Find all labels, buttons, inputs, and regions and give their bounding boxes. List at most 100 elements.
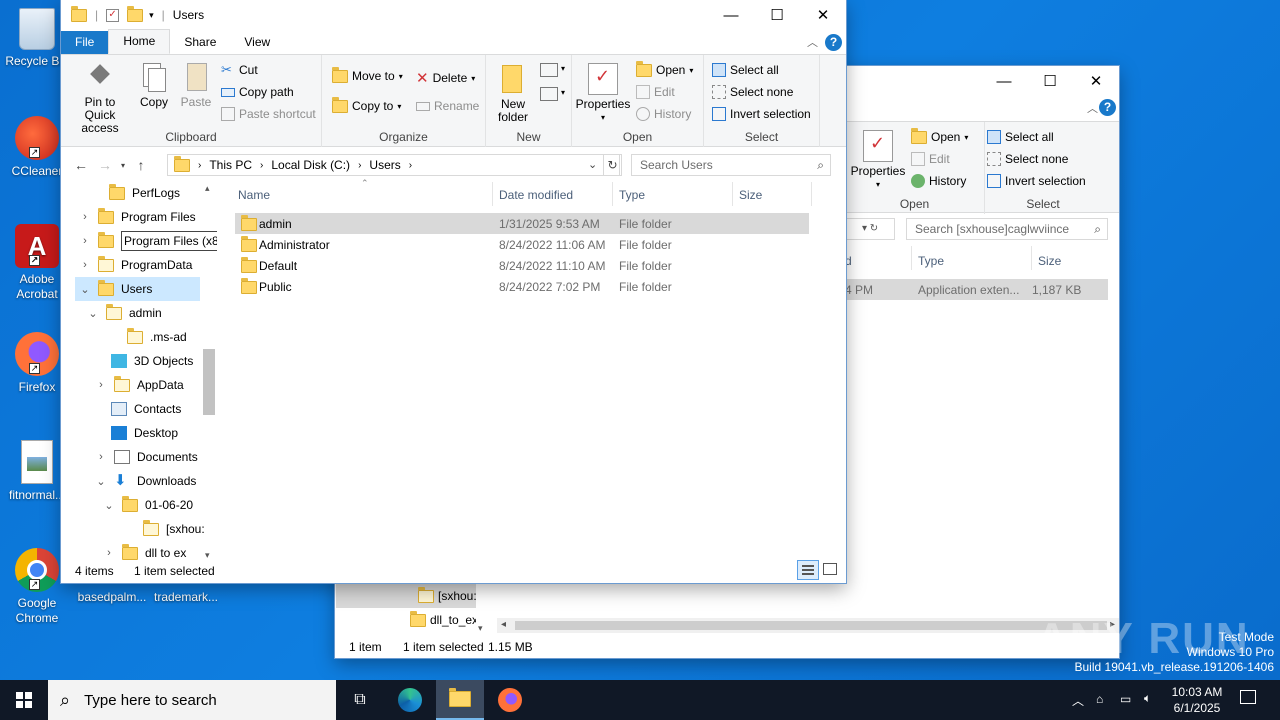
tree-item[interactable]: › Program Files	[79, 205, 196, 229]
tree-item[interactable]: ›Program Files (x86)	[75, 229, 217, 253]
col-date-modified[interactable]: Date modified	[499, 188, 573, 202]
new-item-icon[interactable]: ▾	[540, 63, 565, 77]
collapse-chevron-icon[interactable]: ⌄	[79, 283, 91, 296]
invert-selection-button[interactable]: Invert selection	[712, 107, 811, 121]
history-button[interactable]: History	[911, 174, 966, 188]
expand-chevron-icon[interactable]: ›	[95, 451, 107, 463]
expand-chevron-icon[interactable]: ›	[79, 235, 91, 247]
tree-item[interactable]: 3D Objects	[111, 349, 193, 373]
tab-file[interactable]: File	[61, 31, 109, 54]
notifications-icon[interactable]	[1240, 690, 1256, 704]
close-button[interactable]: ✕	[1073, 66, 1119, 96]
maximize-button[interactable]: ☐	[1027, 66, 1073, 96]
copy-to-button[interactable]: Copy to ▾	[332, 96, 401, 113]
back-tree-selected[interactable]: [sxhou:	[336, 584, 477, 608]
copy-button[interactable]: Copy	[137, 61, 171, 109]
firefox-taskbar-button[interactable]	[486, 680, 534, 720]
tree-item[interactable]: › ProgramData	[79, 253, 192, 277]
file-row[interactable]: Administrator 8/24/2022 11:06 AM File fold…	[235, 234, 809, 255]
back-col-size[interactable]: Size	[1038, 254, 1061, 268]
tree-item[interactable]: › dll to ex	[103, 541, 186, 565]
breadcrumb-users[interactable]: Users	[369, 158, 400, 172]
tree-item[interactable]: › AppData	[95, 373, 184, 397]
tree-item[interactable]: Contacts	[111, 397, 181, 421]
easy-access-icon[interactable]: ▾	[540, 87, 565, 101]
new-folder-button[interactable]: New folder	[490, 63, 536, 124]
back-tree-scrollbar[interactable]: ▾	[478, 584, 488, 634]
expand-chevron-icon[interactable]: ›	[95, 379, 107, 391]
address-dropdown-icon[interactable]: ⌄	[588, 158, 597, 171]
help-icon[interactable]: ?	[825, 34, 842, 51]
col-size[interactable]: Size	[739, 188, 762, 202]
breadcrumb-local-disk[interactable]: Local Disk (C:)	[271, 158, 350, 172]
back-col-date-fragment[interactable]: d	[845, 254, 852, 268]
explorer-taskbar-button[interactable]	[436, 680, 484, 720]
open-button[interactable]: Open ▾	[636, 60, 693, 77]
task-view-button[interactable]: ⧉	[336, 680, 384, 720]
edge-taskbar-button[interactable]	[386, 680, 434, 720]
close-button[interactable]: ✕	[800, 0, 846, 30]
tree-item[interactable]: ⌄ Users	[75, 277, 200, 301]
back-search-input[interactable]: Search [sxhouse]caglwviince ⌕	[906, 218, 1108, 240]
file-row[interactable]: Public 8/24/2022 7:02 PM File folder	[235, 276, 809, 297]
volume-icon[interactable]: 🔈︎	[1144, 691, 1151, 706]
scrollbar-thumb[interactable]	[203, 349, 215, 415]
select-none-button[interactable]: Select none	[987, 152, 1068, 166]
col-name[interactable]: Name	[238, 188, 270, 202]
file-row[interactable]: admin 1/31/2025 9:53 AM File folder	[235, 213, 809, 234]
tree-item[interactable]: ⌄ admin	[87, 301, 162, 325]
collapse-chevron-icon[interactable]: ⌄	[87, 307, 99, 320]
up-arrow-icon[interactable]: ↑	[129, 157, 153, 173]
col-type[interactable]: Type	[619, 188, 645, 202]
open-button[interactable]: Open ▾	[911, 127, 968, 144]
back-horizontal-scrollbar[interactable]: ◂ ▸	[497, 618, 1119, 633]
desktop-icon-basedpalm[interactable]: basedpalm...	[74, 590, 150, 605]
file-row[interactable]: Default 8/24/2022 11:10 AM File folder	[235, 255, 809, 276]
help-icon[interactable]: ?	[1099, 99, 1116, 116]
back-tree-item[interactable]: dll_to_ex	[336, 608, 476, 632]
select-all-button[interactable]: Select all	[987, 130, 1054, 144]
tray-device-icon[interactable]: ⌂	[1096, 692, 1103, 706]
pin-quick-access-button[interactable]: Pin to Quick access	[65, 61, 135, 135]
tab-view[interactable]: View	[230, 31, 284, 54]
start-button[interactable]	[0, 680, 48, 720]
back-col-type[interactable]: Type	[918, 254, 944, 268]
collapse-chevron-icon[interactable]: ⌄	[95, 475, 107, 488]
minimize-button[interactable]: —	[981, 66, 1027, 96]
tree-scrollbar[interactable]: ▴ ▾	[201, 181, 217, 561]
taskbar-search-box[interactable]: ⌕ Type here to search	[48, 680, 336, 720]
network-icon[interactable]: ▭	[1120, 692, 1131, 706]
paste-button[interactable]: Paste	[179, 61, 213, 109]
tree-item[interactable]: ⌄ ⬇ Downloads	[95, 469, 196, 493]
edit-button[interactable]: Edit	[911, 152, 950, 166]
expand-chevron-icon[interactable]: ›	[103, 547, 115, 559]
edit-button[interactable]: Edit	[636, 85, 675, 99]
explorer-window[interactable]: | ✓ ▾ | Users — ☐ ✕ File Home Share View…	[61, 0, 846, 583]
tree-item[interactable]: › Documents	[95, 445, 198, 469]
search-input[interactable]: Search Users ⌕	[631, 154, 831, 176]
recent-locations-icon[interactable]: ▾	[117, 161, 129, 170]
back-file-row[interactable]: 4 PM Application exten... 1,187 KB	[845, 279, 1108, 300]
move-to-button[interactable]: Move to ▾	[332, 66, 403, 83]
history-button[interactable]: History	[636, 107, 691, 121]
tree-item[interactable]: .ms-ad	[127, 325, 187, 349]
cut-button[interactable]: ✂ Cut	[221, 63, 258, 77]
properties-quick-icon[interactable]: ✓	[106, 8, 120, 22]
refresh-icon[interactable]: ↻	[603, 154, 622, 176]
back-arrow-icon[interactable]: ←	[69, 157, 93, 173]
quick-access-dropdown-icon[interactable]: ▾	[149, 10, 154, 21]
address-input[interactable]: › This PC › Local Disk (C:) › Users ›	[167, 154, 620, 176]
scrollbar-thumb[interactable]	[515, 621, 1107, 630]
select-all-button[interactable]: Select all	[712, 63, 779, 77]
expand-chevron-icon[interactable]: ›	[79, 259, 91, 271]
desktop-icon-trademark[interactable]: trademark...	[148, 590, 224, 605]
rename-button[interactable]: Rename	[416, 99, 479, 113]
invert-selection-button[interactable]: Invert selection	[987, 174, 1086, 188]
new-folder-quick-icon[interactable]	[127, 5, 144, 22]
properties-button[interactable]: ✓ Properties ▾	[574, 63, 632, 124]
tab-share[interactable]: Share	[170, 31, 230, 54]
copy-path-button[interactable]: Copy path	[221, 85, 294, 99]
collapse-chevron-icon[interactable]: ⌄	[103, 499, 115, 512]
tree-item[interactable]: Desktop	[111, 421, 178, 445]
maximize-button[interactable]: ☐	[754, 0, 800, 30]
